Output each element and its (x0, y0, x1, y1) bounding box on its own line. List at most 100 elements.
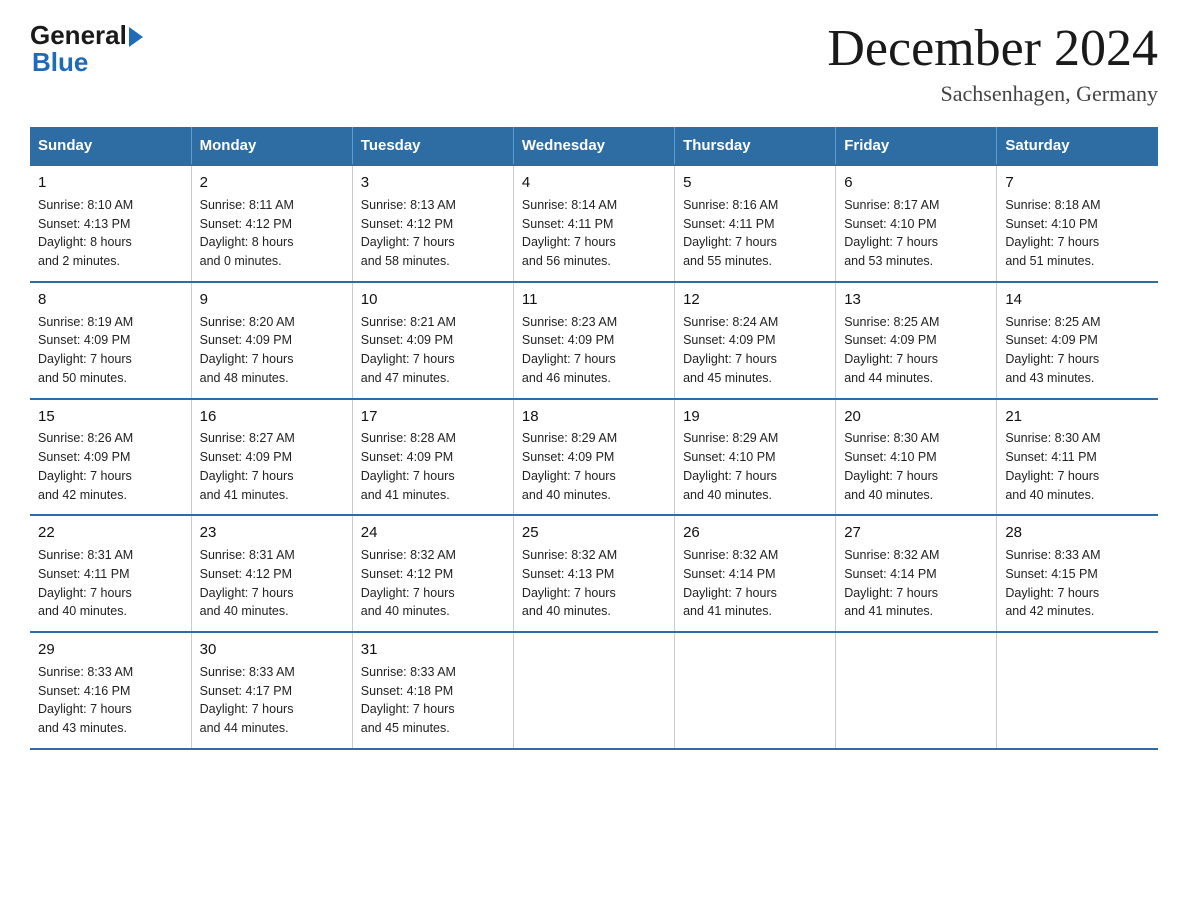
month-year-title: December 2024 (827, 20, 1158, 77)
calendar-cell: 8Sunrise: 8:19 AMSunset: 4:09 PMDaylight… (30, 282, 191, 399)
day-info: Sunrise: 8:10 AMSunset: 4:13 PMDaylight:… (38, 196, 183, 271)
calendar-cell: 1Sunrise: 8:10 AMSunset: 4:13 PMDaylight… (30, 165, 191, 282)
col-saturday: Saturday (997, 127, 1158, 165)
day-number: 26 (683, 522, 827, 544)
day-info: Sunrise: 8:14 AMSunset: 4:11 PMDaylight:… (522, 196, 666, 271)
col-wednesday: Wednesday (513, 127, 674, 165)
day-number: 21 (1005, 406, 1150, 428)
col-monday: Monday (191, 127, 352, 165)
day-info: Sunrise: 8:11 AMSunset: 4:12 PMDaylight:… (200, 196, 344, 271)
day-info: Sunrise: 8:32 AMSunset: 4:14 PMDaylight:… (844, 546, 988, 621)
calendar-cell (675, 632, 836, 749)
location-subtitle: Sachsenhagen, Germany (827, 81, 1158, 107)
day-number: 25 (522, 522, 666, 544)
calendar-cell: 19Sunrise: 8:29 AMSunset: 4:10 PMDayligh… (675, 399, 836, 516)
calendar-cell (997, 632, 1158, 749)
calendar-cell: 13Sunrise: 8:25 AMSunset: 4:09 PMDayligh… (836, 282, 997, 399)
day-number: 5 (683, 172, 827, 194)
day-number: 20 (844, 406, 988, 428)
day-number: 12 (683, 289, 827, 311)
day-number: 14 (1005, 289, 1150, 311)
calendar-cell (836, 632, 997, 749)
day-number: 3 (361, 172, 505, 194)
calendar-cell: 3Sunrise: 8:13 AMSunset: 4:12 PMDaylight… (352, 165, 513, 282)
calendar-cell: 21Sunrise: 8:30 AMSunset: 4:11 PMDayligh… (997, 399, 1158, 516)
col-friday: Friday (836, 127, 997, 165)
calendar-cell: 5Sunrise: 8:16 AMSunset: 4:11 PMDaylight… (675, 165, 836, 282)
header-row: Sunday Monday Tuesday Wednesday Thursday… (30, 127, 1158, 165)
day-number: 2 (200, 172, 344, 194)
col-thursday: Thursday (675, 127, 836, 165)
page-header: General Blue December 2024 Sachsenhagen,… (30, 20, 1158, 107)
day-info: Sunrise: 8:25 AMSunset: 4:09 PMDaylight:… (844, 313, 988, 388)
day-number: 22 (38, 522, 183, 544)
day-info: Sunrise: 8:32 AMSunset: 4:14 PMDaylight:… (683, 546, 827, 621)
calendar-cell: 24Sunrise: 8:32 AMSunset: 4:12 PMDayligh… (352, 515, 513, 632)
calendar-header: Sunday Monday Tuesday Wednesday Thursday… (30, 127, 1158, 165)
calendar-cell: 20Sunrise: 8:30 AMSunset: 4:10 PMDayligh… (836, 399, 997, 516)
calendar-cell: 27Sunrise: 8:32 AMSunset: 4:14 PMDayligh… (836, 515, 997, 632)
day-info: Sunrise: 8:18 AMSunset: 4:10 PMDaylight:… (1005, 196, 1150, 271)
calendar-cell: 22Sunrise: 8:31 AMSunset: 4:11 PMDayligh… (30, 515, 191, 632)
calendar-cell: 23Sunrise: 8:31 AMSunset: 4:12 PMDayligh… (191, 515, 352, 632)
day-info: Sunrise: 8:16 AMSunset: 4:11 PMDaylight:… (683, 196, 827, 271)
calendar-cell: 14Sunrise: 8:25 AMSunset: 4:09 PMDayligh… (997, 282, 1158, 399)
day-number: 18 (522, 406, 666, 428)
day-number: 30 (200, 639, 344, 661)
day-info: Sunrise: 8:30 AMSunset: 4:11 PMDaylight:… (1005, 429, 1150, 504)
day-number: 6 (844, 172, 988, 194)
day-info: Sunrise: 8:33 AMSunset: 4:15 PMDaylight:… (1005, 546, 1150, 621)
day-info: Sunrise: 8:33 AMSunset: 4:18 PMDaylight:… (361, 663, 505, 738)
calendar-body: 1Sunrise: 8:10 AMSunset: 4:13 PMDaylight… (30, 165, 1158, 749)
calendar-cell: 7Sunrise: 8:18 AMSunset: 4:10 PMDaylight… (997, 165, 1158, 282)
day-number: 10 (361, 289, 505, 311)
calendar-cell: 12Sunrise: 8:24 AMSunset: 4:09 PMDayligh… (675, 282, 836, 399)
day-info: Sunrise: 8:33 AMSunset: 4:17 PMDaylight:… (200, 663, 344, 738)
col-tuesday: Tuesday (352, 127, 513, 165)
day-number: 1 (38, 172, 183, 194)
calendar-week-row: 29Sunrise: 8:33 AMSunset: 4:16 PMDayligh… (30, 632, 1158, 749)
day-info: Sunrise: 8:20 AMSunset: 4:09 PMDaylight:… (200, 313, 344, 388)
calendar-cell: 11Sunrise: 8:23 AMSunset: 4:09 PMDayligh… (513, 282, 674, 399)
day-number: 16 (200, 406, 344, 428)
logo-arrow-icon (129, 27, 143, 47)
calendar-week-row: 15Sunrise: 8:26 AMSunset: 4:09 PMDayligh… (30, 399, 1158, 516)
day-info: Sunrise: 8:25 AMSunset: 4:09 PMDaylight:… (1005, 313, 1150, 388)
day-number: 4 (522, 172, 666, 194)
calendar-cell: 16Sunrise: 8:27 AMSunset: 4:09 PMDayligh… (191, 399, 352, 516)
day-info: Sunrise: 8:32 AMSunset: 4:13 PMDaylight:… (522, 546, 666, 621)
calendar-cell: 6Sunrise: 8:17 AMSunset: 4:10 PMDaylight… (836, 165, 997, 282)
day-info: Sunrise: 8:33 AMSunset: 4:16 PMDaylight:… (38, 663, 183, 738)
day-info: Sunrise: 8:29 AMSunset: 4:09 PMDaylight:… (522, 429, 666, 504)
calendar-cell: 29Sunrise: 8:33 AMSunset: 4:16 PMDayligh… (30, 632, 191, 749)
day-number: 28 (1005, 522, 1150, 544)
day-number: 7 (1005, 172, 1150, 194)
day-info: Sunrise: 8:32 AMSunset: 4:12 PMDaylight:… (361, 546, 505, 621)
logo-blue-text: Blue (32, 47, 88, 78)
calendar-cell: 4Sunrise: 8:14 AMSunset: 4:11 PMDaylight… (513, 165, 674, 282)
day-number: 31 (361, 639, 505, 661)
calendar-cell (513, 632, 674, 749)
day-info: Sunrise: 8:30 AMSunset: 4:10 PMDaylight:… (844, 429, 988, 504)
calendar-cell: 18Sunrise: 8:29 AMSunset: 4:09 PMDayligh… (513, 399, 674, 516)
day-number: 8 (38, 289, 183, 311)
day-number: 15 (38, 406, 183, 428)
calendar-cell: 26Sunrise: 8:32 AMSunset: 4:14 PMDayligh… (675, 515, 836, 632)
calendar-cell: 15Sunrise: 8:26 AMSunset: 4:09 PMDayligh… (30, 399, 191, 516)
day-info: Sunrise: 8:13 AMSunset: 4:12 PMDaylight:… (361, 196, 505, 271)
col-sunday: Sunday (30, 127, 191, 165)
day-info: Sunrise: 8:31 AMSunset: 4:11 PMDaylight:… (38, 546, 183, 621)
day-info: Sunrise: 8:28 AMSunset: 4:09 PMDaylight:… (361, 429, 505, 504)
logo: General Blue (30, 20, 143, 78)
calendar-cell: 28Sunrise: 8:33 AMSunset: 4:15 PMDayligh… (997, 515, 1158, 632)
day-number: 11 (522, 289, 666, 311)
calendar-week-row: 1Sunrise: 8:10 AMSunset: 4:13 PMDaylight… (30, 165, 1158, 282)
day-number: 29 (38, 639, 183, 661)
calendar-cell: 25Sunrise: 8:32 AMSunset: 4:13 PMDayligh… (513, 515, 674, 632)
calendar-cell: 9Sunrise: 8:20 AMSunset: 4:09 PMDaylight… (191, 282, 352, 399)
day-info: Sunrise: 8:27 AMSunset: 4:09 PMDaylight:… (200, 429, 344, 504)
day-number: 27 (844, 522, 988, 544)
day-number: 13 (844, 289, 988, 311)
day-number: 23 (200, 522, 344, 544)
day-number: 19 (683, 406, 827, 428)
